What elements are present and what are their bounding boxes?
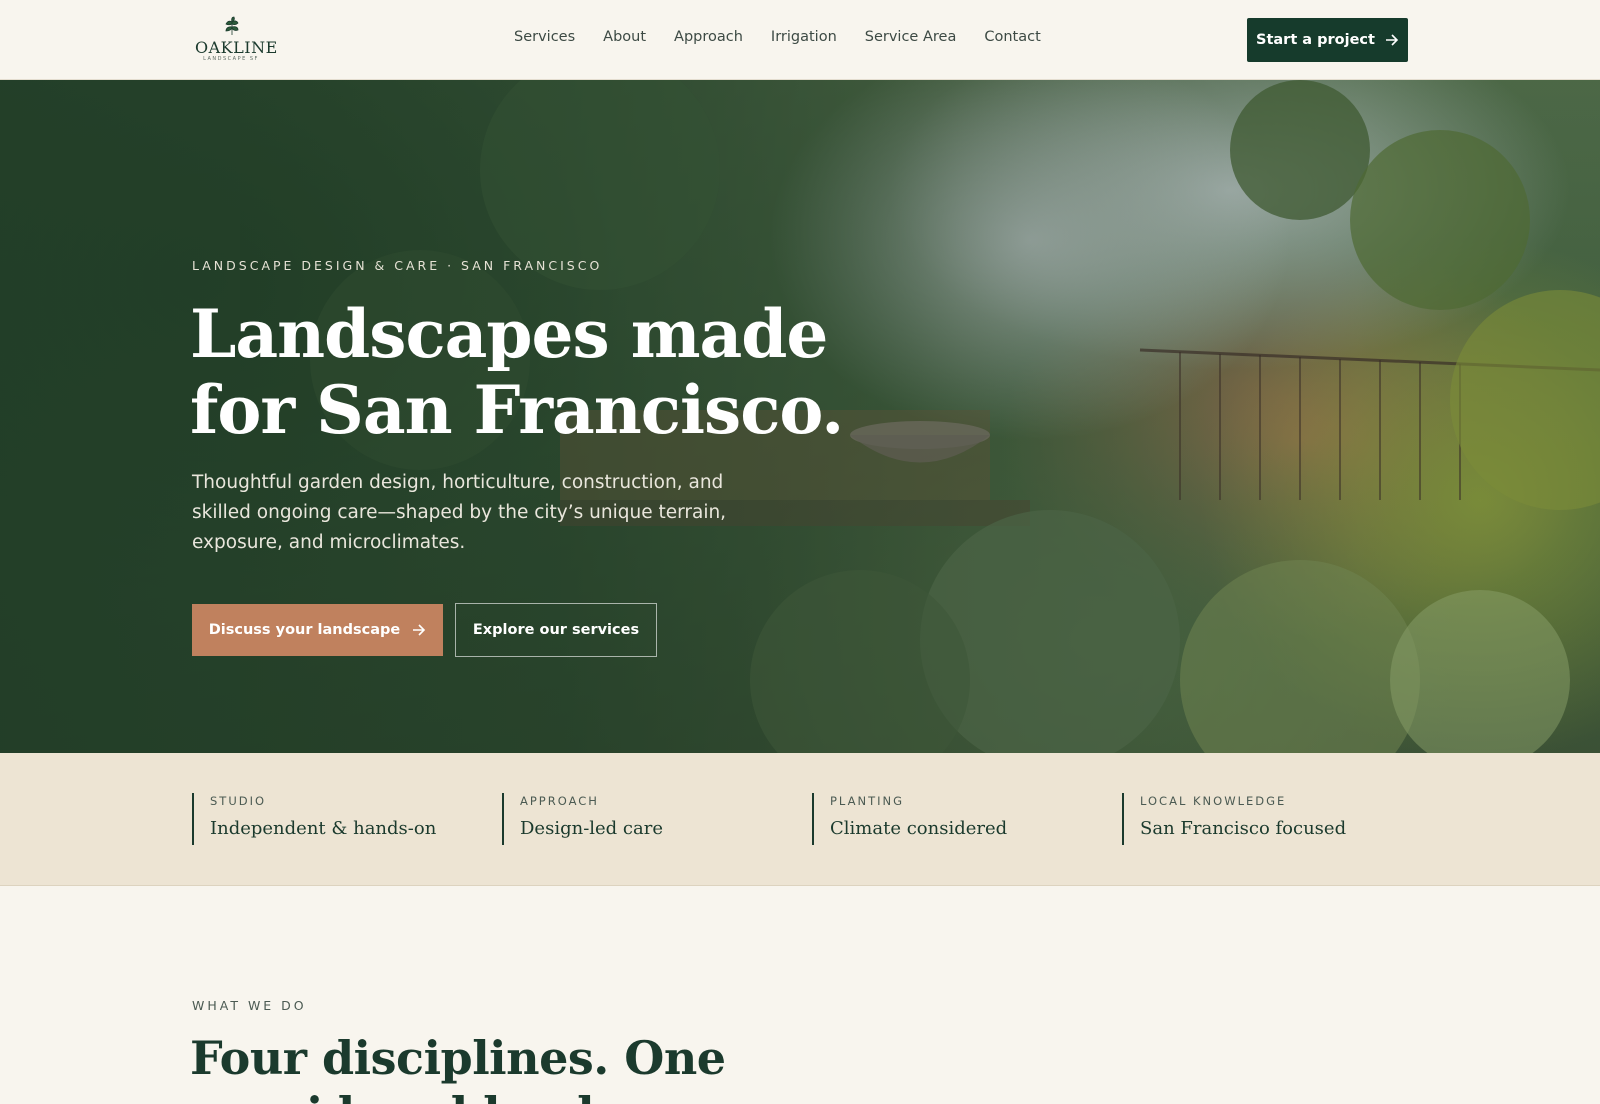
discuss-landscape-label: Discuss your landscape <box>208 622 401 638</box>
feature-value: Design-led care <box>520 818 663 839</box>
arrow-right-icon <box>1385 34 1399 46</box>
feature-studio: STUDIO Independent & hands-on <box>192 793 436 845</box>
feature-label: STUDIO <box>210 794 267 808</box>
nav-item-service-area[interactable]: Service Area <box>865 29 957 51</box>
main-nav: Services About Approach Irrigation Servi… <box>514 29 1041 51</box>
nav-item-about[interactable]: About <box>603 29 646 51</box>
feature-value: Climate considered <box>830 818 1008 839</box>
hero-section: LANDSCAPE DESIGN & CARE · SAN FRANCISCO … <box>0 80 1600 753</box>
feature-label: PLANTING <box>830 794 905 808</box>
brand-logo[interactable]: OAKLINE LANDSCAPE SF <box>195 14 278 64</box>
section-title: Four disciplines. One considered landsca… <box>190 1031 753 1104</box>
start-project-button[interactable]: Start a project <box>1247 18 1408 62</box>
nav-item-services[interactable]: Services <box>514 29 575 51</box>
explore-services-label: Explore our services <box>472 622 640 638</box>
brand-subline: LANDSCAPE SF <box>203 56 259 62</box>
nav-item-approach[interactable]: Approach <box>674 29 743 51</box>
brand-wordmark: OAKLINE <box>195 38 278 57</box>
feature-local-knowledge: LOCAL KNOWLEDGE San Francisco focused <box>1122 793 1346 845</box>
nav-item-contact[interactable]: Contact <box>984 29 1040 51</box>
explore-services-button[interactable]: Explore our services <box>455 603 657 657</box>
feature-label: APPROACH <box>520 794 599 808</box>
feature-planting: PLANTING Climate considered <box>812 793 1007 845</box>
discuss-landscape-button[interactable]: Discuss your landscape <box>192 604 443 656</box>
arrow-right-icon <box>413 624 426 636</box>
oak-leaf-icon <box>225 16 239 35</box>
feature-value: San Francisco focused <box>1140 818 1347 839</box>
hero-title: Landscapes made for San Francisco. <box>190 295 844 449</box>
section-eyebrow: WHAT WE DO <box>192 998 307 1013</box>
feature-approach: APPROACH Design-led care <box>502 793 663 845</box>
feature-value: Independent & hands-on <box>210 818 437 839</box>
hero-description: Thoughtful garden design, horticulture, … <box>192 472 727 553</box>
features-strip: STUDIO Independent & hands-on APPROACH D… <box>0 753 1600 886</box>
feature-label: LOCAL KNOWLEDGE <box>1140 794 1287 808</box>
site-header: OAKLINE LANDSCAPE SF Services About Appr… <box>0 0 1600 80</box>
hero-eyebrow: LANDSCAPE DESIGN & CARE · SAN FRANCISCO <box>192 258 603 273</box>
nav-item-irrigation[interactable]: Irrigation <box>771 29 837 51</box>
start-project-label: Start a project <box>1256 32 1375 48</box>
